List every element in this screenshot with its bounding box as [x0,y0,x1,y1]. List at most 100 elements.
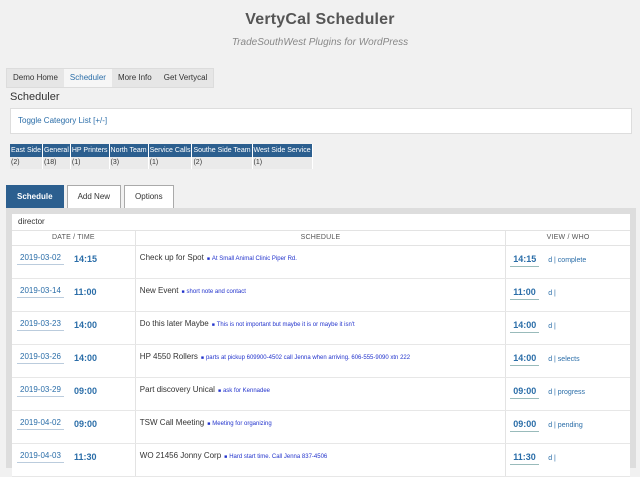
category-toggle-box: Toggle Category List [+/-] [10,108,632,134]
nav-more-info[interactable]: More Info [112,69,158,87]
category-name[interactable]: Service Calls [148,144,193,157]
table-row: 2019-04-02 09:00 TSW Call MeetingMeeting f… [12,411,630,444]
category-name[interactable]: General [42,144,71,157]
category-count: (1) [148,157,193,169]
view-who-cell: 14:15 d | complete [506,246,630,278]
who-status[interactable]: d | [548,455,556,462]
event-note: At Small Animal Clinic Piper Rd. [207,256,297,262]
category-north-team[interactable]: North Team (3) [109,144,149,169]
category-count: (3) [109,157,149,169]
view-who-cell: 11:00 d | [506,279,630,311]
event-title: HP 4550 Rollersparts at pickup 609900-45… [140,352,410,361]
view-time-button[interactable]: 09:00 [510,417,540,432]
main-nav: Demo Home Scheduler More Info Get Vertyc… [6,68,215,88]
schedule-table: director DATE / TIME SCHEDULE VIEW / WHO… [12,214,630,477]
nav-scheduler[interactable]: Scheduler [63,69,112,87]
who-status[interactable]: d | selects [548,356,579,363]
view-time-button[interactable]: 11:30 [510,450,539,465]
category-name[interactable]: HP Printers [70,144,110,157]
event-note: short note and contact [181,289,245,295]
category-name[interactable]: West Side Service [252,144,313,157]
schedule-cell: HP 4550 Rollersparts at pickup 609900-45… [136,345,507,377]
toggle-category-list-link[interactable]: Toggle Category List [+/-] [11,116,107,125]
date-time-cell: 2019-04-03 11:30 [12,444,136,476]
tab-add-new[interactable]: Add New [66,185,122,209]
start-time: 11:00 [74,287,97,297]
view-time-button[interactable]: 14:15 [510,252,540,267]
event-note: This is not important but maybe it is or… [212,322,355,328]
date-time-cell: 2019-03-26 14:00 [12,345,136,377]
schedule-cell: WO 21456 Jonny CorpHard start time. Call… [136,444,507,476]
who-status[interactable]: d | [548,323,556,330]
category-west-side-service[interactable]: West Side Service (1) [252,144,313,169]
table-header: DATE / TIME SCHEDULE VIEW / WHO [12,231,630,246]
category-count: (1) [252,157,313,169]
who-status[interactable]: d | complete [548,257,586,264]
date-link[interactable]: 2019-04-02 [17,416,64,430]
date-link[interactable]: 2019-03-02 [17,251,64,265]
view-time-button[interactable]: 11:00 [510,285,539,300]
header-date-time: DATE / TIME [12,231,136,245]
date-time-cell: 2019-03-23 14:00 [12,312,136,344]
category-east-side[interactable]: East Side (2) [10,144,43,169]
site-title[interactable]: VertyCal Scheduler [0,0,640,29]
event-title: Check up for SpotAt Small Animal Clinic … [140,253,297,262]
event-title-text: New Event [139,286,179,295]
start-time: 14:15 [74,254,98,264]
table-row: 2019-03-14 11:00 New Eventshort note and c… [12,279,630,312]
site-header: VertyCal Scheduler TradeSouthWest Plugin… [0,0,640,62]
date-link[interactable]: 2019-03-26 [17,350,64,364]
date-time-cell: 2019-03-14 11:00 [12,279,136,311]
schedule-cell: TSW Call MeetingMeeting for organizing [136,411,507,443]
view-time-button[interactable]: 09:00 [510,384,540,399]
event-note: ask for Kennadee [218,388,270,394]
event-title-text: TSW Call Meeting [139,418,205,427]
schedule-cell: New Eventshort note and contact [136,279,507,311]
table-row: 2019-03-02 14:15 Check up for SpotAt Small… [12,246,630,279]
category-general[interactable]: General (18) [42,144,71,169]
event-title: TSW Call MeetingMeeting for organizing [140,418,272,427]
category-name[interactable]: East Side [10,144,43,157]
header-view-who: VIEW / WHO [546,234,590,241]
site-description: TradeSouthWest Plugins for WordPress [231,37,409,48]
who-status[interactable]: d | [548,290,556,297]
date-time-cell: 2019-04-02 09:00 [12,411,136,443]
table-row: 2019-03-26 14:00 HP 4550 Rollersparts at p… [12,345,630,378]
view-who-cell: 11:30 d | [506,444,630,476]
category-name[interactable]: Southe Side Team [192,144,253,157]
date-time-cell: 2019-03-29 09:00 [12,378,136,410]
event-title-text: HP 4550 Rollers [139,352,198,361]
event-title-text: Part discovery Unical [139,385,215,394]
date-link[interactable]: 2019-03-29 [17,383,64,397]
date-link[interactable]: 2019-03-23 [17,317,64,331]
event-title: WO 21456 Jonny CorpHard start time. Call… [140,451,327,460]
event-note: parts at pickup 609900-4502 call Jenna w… [201,355,410,361]
nav-demo-home[interactable]: Demo Home [7,69,64,87]
view-time-button[interactable]: 14:00 [510,351,540,366]
who-status[interactable]: d | pending [548,422,583,429]
category-hp-printers[interactable]: HP Printers (1) [70,144,110,169]
date-time-cell: 2019-03-02 14:15 [12,246,136,278]
date-link[interactable]: 2019-03-14 [17,284,64,298]
event-title-text: Do this later Maybe [139,319,209,328]
category-count: (2) [10,157,43,169]
view-time-button[interactable]: 14:00 [510,318,540,333]
header-schedule: SCHEDULE [136,231,507,245]
who-status[interactable]: d | progress [548,389,585,396]
schedule-cell: Part discovery Unicalask for Kennadee [136,378,507,410]
event-title: New Eventshort note and contact [140,286,246,295]
director-label: director [12,214,630,231]
start-time: 11:30 [74,452,97,462]
date-link[interactable]: 2019-04-03 [17,449,64,463]
tab-options[interactable]: Options [124,185,174,209]
table-row: 2019-03-23 14:00 Do this later MaybeThis i… [12,312,630,345]
category-count: (18) [42,157,71,169]
nav-get-vertycal[interactable]: Get Vertycal [158,69,214,87]
category-service-calls[interactable]: Service Calls (1) [148,144,193,169]
category-southe-side-team[interactable]: Southe Side Team (2) [192,144,253,169]
view-who-cell: 14:00 d | [506,312,630,344]
event-note: Meeting for organizing [207,421,271,427]
tab-schedule[interactable]: Schedule [6,185,64,209]
table-row: 2019-04-03 11:30 WO 21456 Jonny CorpHard s… [12,444,630,477]
category-name[interactable]: North Team [109,144,149,157]
